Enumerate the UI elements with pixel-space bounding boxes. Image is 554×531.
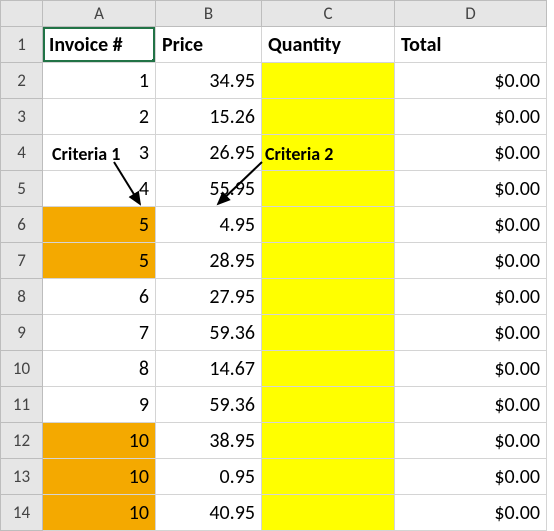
cell-A7[interactable]: 5 <box>43 243 156 279</box>
cell-B13[interactable]: 0.95 <box>156 459 262 495</box>
cell-D14[interactable]: $0.00 <box>395 495 547 531</box>
cell-D4[interactable]: $0.00 <box>395 135 547 171</box>
cell-B14[interactable]: 40.95 <box>156 495 262 531</box>
column-header-row: A B C D <box>1 1 547 27</box>
cell-D7[interactable]: $0.00 <box>395 243 547 279</box>
cell-C11[interactable] <box>262 387 395 423</box>
cell-C4[interactable] <box>262 135 395 171</box>
cell-D3[interactable]: $0.00 <box>395 99 547 135</box>
col-header-A[interactable]: A <box>43 1 156 27</box>
cell-A10[interactable]: 8 <box>43 351 156 387</box>
cell-D8[interactable]: $0.00 <box>395 279 547 315</box>
col-header-C[interactable]: C <box>262 1 395 27</box>
cell-C5[interactable] <box>262 171 395 207</box>
cell-D13[interactable]: $0.00 <box>395 459 547 495</box>
cell-D2[interactable]: $0.00 <box>395 63 547 99</box>
row-10: 10 8 14.67 $0.00 <box>1 351 547 387</box>
row-header[interactable]: 11 <box>1 387 43 423</box>
row-header[interactable]: 14 <box>1 495 43 531</box>
row-1: 1 Invoice # Price Quantity Total <box>1 27 547 63</box>
cell-B5[interactable]: 55.95 <box>156 171 262 207</box>
cell-D6[interactable]: $0.00 <box>395 207 547 243</box>
cell-D1[interactable]: Total <box>395 27 547 63</box>
cell-B6[interactable]: 4.95 <box>156 207 262 243</box>
cell-A6[interactable]: 5 <box>43 207 156 243</box>
row-header[interactable]: 10 <box>1 351 43 387</box>
cell-A4[interactable]: 3 <box>43 135 156 171</box>
col-header-D[interactable]: D <box>395 1 547 27</box>
cell-D9[interactable]: $0.00 <box>395 315 547 351</box>
grid-table: A B C D 1 Invoice # Price Quantity Total… <box>0 0 547 531</box>
cell-C13[interactable] <box>262 459 395 495</box>
spreadsheet-grid[interactable]: A B C D 1 Invoice # Price Quantity Total… <box>0 0 554 531</box>
cell-D11[interactable]: $0.00 <box>395 387 547 423</box>
row-3: 3 2 15.26 $0.00 <box>1 99 547 135</box>
cell-A14[interactable]: 10 <box>43 495 156 531</box>
cell-A12[interactable]: 10 <box>43 423 156 459</box>
cell-C3[interactable] <box>262 99 395 135</box>
row-14: 14 10 40.95 $0.00 <box>1 495 547 531</box>
cell-C7[interactable] <box>262 243 395 279</box>
cell-A13[interactable]: 10 <box>43 459 156 495</box>
row-header[interactable]: 9 <box>1 315 43 351</box>
cell-C14[interactable] <box>262 495 395 531</box>
row-2: 2 1 34.95 $0.00 <box>1 63 547 99</box>
row-header[interactable]: 3 <box>1 99 43 135</box>
row-8: 8 6 27.95 $0.00 <box>1 279 547 315</box>
cell-C6[interactable] <box>262 207 395 243</box>
cell-D5[interactable]: $0.00 <box>395 171 547 207</box>
cell-A2[interactable]: 1 <box>43 63 156 99</box>
cell-B10[interactable]: 14.67 <box>156 351 262 387</box>
row-4: 4 3 26.95 $0.00 <box>1 135 547 171</box>
cell-C8[interactable] <box>262 279 395 315</box>
select-all-corner[interactable] <box>1 1 43 27</box>
cell-B12[interactable]: 38.95 <box>156 423 262 459</box>
cell-A11[interactable]: 9 <box>43 387 156 423</box>
row-11: 11 9 59.36 $0.00 <box>1 387 547 423</box>
cell-D12[interactable]: $0.00 <box>395 423 547 459</box>
cell-B1[interactable]: Price <box>156 27 262 63</box>
row-12: 12 10 38.95 $0.00 <box>1 423 547 459</box>
cell-C10[interactable] <box>262 351 395 387</box>
cell-B2[interactable]: 34.95 <box>156 63 262 99</box>
col-header-B[interactable]: B <box>156 1 262 27</box>
row-7: 7 5 28.95 $0.00 <box>1 243 547 279</box>
row-header[interactable]: 1 <box>1 27 43 63</box>
row-header[interactable]: 8 <box>1 279 43 315</box>
cell-C2[interactable] <box>262 63 395 99</box>
row-6: 6 5 4.95 $0.00 <box>1 207 547 243</box>
row-9: 9 7 59.36 $0.00 <box>1 315 547 351</box>
cell-C1[interactable]: Quantity <box>262 27 395 63</box>
row-header[interactable]: 13 <box>1 459 43 495</box>
row-header[interactable]: 5 <box>1 171 43 207</box>
cell-A9[interactable]: 7 <box>43 315 156 351</box>
cell-B3[interactable]: 15.26 <box>156 99 262 135</box>
row-header[interactable]: 4 <box>1 135 43 171</box>
cell-B9[interactable]: 59.36 <box>156 315 262 351</box>
cell-A5[interactable]: 4 <box>43 171 156 207</box>
row-header[interactable]: 7 <box>1 243 43 279</box>
row-header[interactable]: 6 <box>1 207 43 243</box>
cell-B7[interactable]: 28.95 <box>156 243 262 279</box>
cell-A3[interactable]: 2 <box>43 99 156 135</box>
cell-A8[interactable]: 6 <box>43 279 156 315</box>
row-13: 13 10 0.95 $0.00 <box>1 459 547 495</box>
cell-C12[interactable] <box>262 423 395 459</box>
cell-C9[interactable] <box>262 315 395 351</box>
row-5: 5 4 55.95 $0.00 <box>1 171 547 207</box>
cell-B4[interactable]: 26.95 <box>156 135 262 171</box>
row-header[interactable]: 12 <box>1 423 43 459</box>
cell-A1[interactable]: Invoice # <box>43 27 156 63</box>
row-header[interactable]: 2 <box>1 63 43 99</box>
cell-B8[interactable]: 27.95 <box>156 279 262 315</box>
cell-D10[interactable]: $0.00 <box>395 351 547 387</box>
cell-B11[interactable]: 59.36 <box>156 387 262 423</box>
